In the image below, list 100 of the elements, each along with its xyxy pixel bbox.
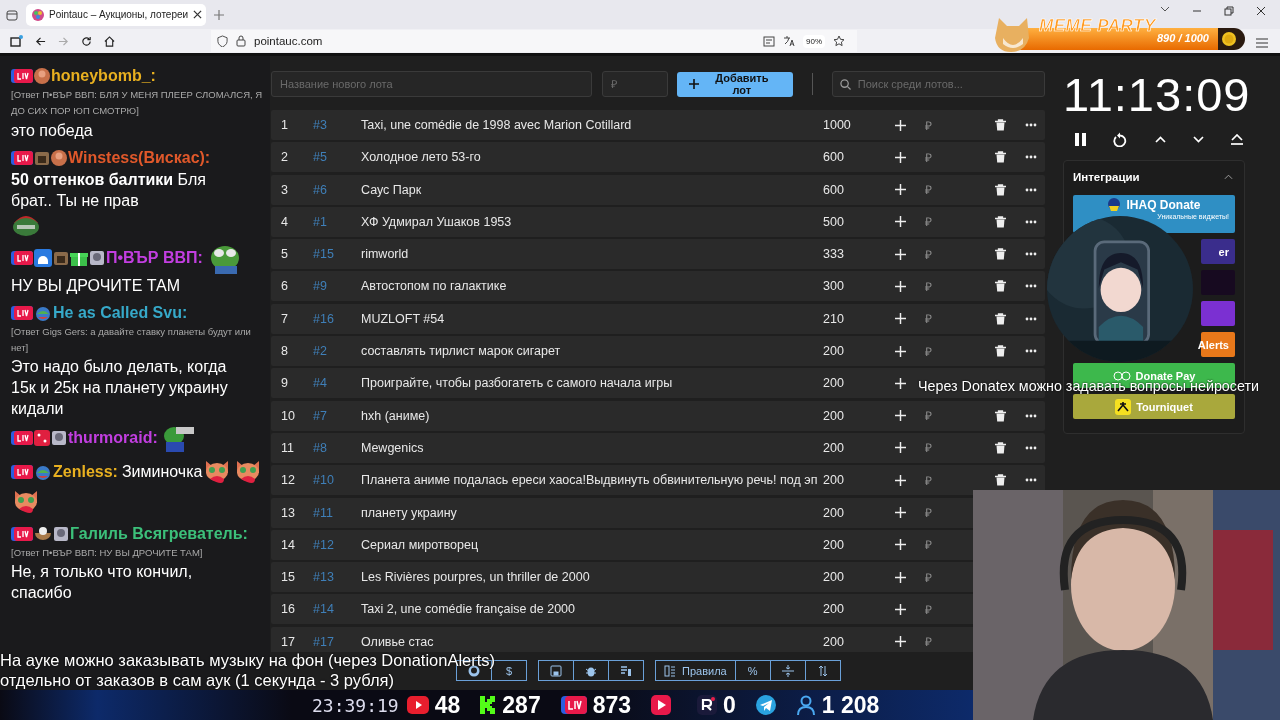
- sort-button[interactable]: [804, 660, 841, 681]
- home-icon[interactable]: [104, 35, 115, 47]
- currency-sign[interactable]: ₽: [925, 504, 951, 522]
- trash-icon[interactable]: [995, 441, 1006, 454]
- row-number: 11: [281, 440, 295, 455]
- trash-icon[interactable]: [995, 345, 1006, 358]
- more-icon[interactable]: [1025, 155, 1037, 160]
- currency-sign[interactable]: ₽: [925, 310, 951, 328]
- lot-amount: 600: [823, 182, 845, 197]
- bookmark-star-icon[interactable]: [833, 35, 845, 47]
- plus-icon[interactable]: [895, 119, 906, 131]
- plus-icon[interactable]: [895, 151, 906, 163]
- more-icon[interactable]: [1025, 219, 1037, 224]
- more-icon[interactable]: [1025, 478, 1037, 483]
- collapse-icon[interactable]: [1224, 174, 1233, 180]
- plus-icon[interactable]: [895, 603, 906, 615]
- more-icon[interactable]: [1025, 284, 1037, 289]
- more-icon[interactable]: [1025, 349, 1037, 354]
- address-bar[interactable]: pointauc.com 90%: [211, 30, 857, 52]
- translate-icon[interactable]: [783, 35, 795, 47]
- zoom-level[interactable]: 90%: [803, 34, 825, 48]
- trash-icon[interactable]: [995, 280, 1006, 293]
- chevron-down-icon[interactable]: [1160, 6, 1170, 12]
- lot-id: #7: [313, 408, 328, 423]
- browser-tab[interactable]: Pointauc – Аукционы, лотереи: [26, 3, 206, 26]
- integration-button[interactable]: Tourniquet: [1073, 394, 1235, 419]
- new-tab-icon[interactable]: [214, 9, 224, 20]
- restore-icon[interactable]: [1224, 6, 1234, 16]
- currency-sign[interactable]: ₽: [925, 245, 951, 263]
- plus-icon[interactable]: [895, 377, 906, 389]
- currency-sign[interactable]: ₽: [925, 116, 951, 134]
- lot-name: Les Rivières pourpres, un thriller de 2000: [361, 570, 591, 585]
- plus-icon[interactable]: [895, 442, 906, 454]
- stat-count: 48: [434, 691, 461, 719]
- currency-sign[interactable]: ₽: [925, 633, 951, 651]
- plus-icon[interactable]: [895, 507, 906, 519]
- currency-sign[interactable]: ₽: [925, 181, 951, 199]
- plus-icon[interactable]: [895, 539, 906, 551]
- more-icon[interactable]: [1025, 316, 1037, 321]
- currency-sign[interactable]: ₽: [925, 407, 951, 425]
- integration-button[interactable]: er: [1201, 239, 1235, 264]
- clear-list-button[interactable]: [608, 660, 644, 681]
- tab-list-icon[interactable]: [6, 8, 18, 21]
- back-icon[interactable]: [35, 35, 46, 47]
- more-icon[interactable]: [1025, 187, 1037, 192]
- plus-icon[interactable]: [895, 248, 906, 260]
- trash-icon[interactable]: [995, 151, 1006, 164]
- lot-name-field[interactable]: Название нового лота: [271, 71, 592, 97]
- trash-icon[interactable]: [995, 409, 1006, 422]
- currency-sign[interactable]: ₽: [925, 148, 951, 166]
- plus-icon[interactable]: [895, 313, 906, 325]
- pause-icon[interactable]: [1075, 132, 1086, 146]
- close-icon[interactable]: [193, 10, 203, 19]
- trash-icon[interactable]: [995, 474, 1006, 487]
- trash-icon[interactable]: [995, 183, 1006, 196]
- add-lot-button[interactable]: Добавить лот: [676, 71, 793, 97]
- reload-icon[interactable]: [81, 35, 92, 47]
- currency-sign[interactable]: ₽: [925, 439, 951, 457]
- trash-icon[interactable]: [995, 215, 1006, 228]
- search-input[interactable]: Поиск среди лотов...: [857, 73, 1044, 95]
- bowl-icon: [34, 525, 52, 542]
- restart-icon[interactable]: [1113, 131, 1128, 147]
- lot-id: #15: [313, 247, 335, 262]
- plus-icon[interactable]: [895, 636, 906, 648]
- bug-report-button[interactable]: [573, 660, 609, 681]
- rules-button[interactable]: Правила: [655, 660, 736, 681]
- currency-sign[interactable]: ₽: [925, 471, 951, 489]
- more-icon[interactable]: [1025, 252, 1037, 257]
- trash-icon[interactable]: [995, 248, 1006, 261]
- menu-icon[interactable]: [1256, 38, 1268, 48]
- more-icon[interactable]: [1025, 123, 1037, 127]
- search-field[interactable]: Поиск среди лотов...: [831, 71, 1045, 97]
- close-icon[interactable]: [1256, 6, 1266, 16]
- plus-icon[interactable]: [895, 281, 906, 292]
- compact-button[interactable]: [769, 660, 806, 681]
- price-field[interactable]: ₽: [601, 71, 668, 97]
- plus-icon[interactable]: [895, 410, 906, 422]
- save-button[interactable]: [538, 660, 574, 681]
- chevron-up-icon[interactable]: [1154, 135, 1166, 143]
- eject-icon[interactable]: [1231, 133, 1243, 145]
- dice-icon: [34, 429, 50, 446]
- sidebar-icon[interactable]: [10, 35, 23, 47]
- currency-sign[interactable]: ₽: [925, 568, 951, 586]
- stat-count: 873: [592, 691, 632, 719]
- plus-icon[interactable]: [895, 571, 906, 583]
- more-icon[interactable]: [1025, 445, 1037, 450]
- plus-icon[interactable]: [895, 474, 906, 486]
- more-icon[interactable]: [1025, 413, 1037, 418]
- currency-sign[interactable]: ₽: [925, 600, 951, 618]
- currency-sign[interactable]: ₽: [925, 278, 951, 295]
- currency-sign[interactable]: ₽: [925, 342, 951, 360]
- reader-icon[interactable]: [763, 35, 775, 47]
- currency-sign[interactable]: ₽: [925, 213, 951, 231]
- currency-sign[interactable]: ₽: [925, 536, 951, 554]
- plus-icon[interactable]: [895, 216, 906, 228]
- trash-icon[interactable]: [995, 312, 1006, 325]
- trash-icon[interactable]: [995, 119, 1006, 131]
- percent-button[interactable]: %: [734, 660, 771, 681]
- plus-icon[interactable]: [895, 184, 906, 196]
- plus-icon[interactable]: [895, 345, 906, 357]
